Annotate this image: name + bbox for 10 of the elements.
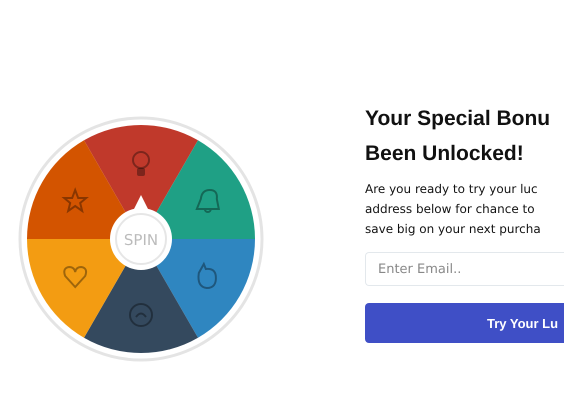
smiley-icon bbox=[129, 303, 153, 327]
star-icon bbox=[61, 187, 89, 214]
offer-text: Are you ready to try your luc address below for chance to save big on your next purcha bbox=[365, 181, 542, 238]
speech-bubble-icon bbox=[197, 263, 217, 289]
bulb-icon bbox=[132, 151, 150, 176]
heart-icon bbox=[63, 266, 88, 288]
email-field[interactable]: Enter Email.. bbox=[365, 252, 564, 286]
offer-heading: Your Special Bonu Been Unlocked! bbox=[365, 106, 552, 167]
try-luck-button[interactable]: Try Your Lu bbox=[365, 303, 564, 343]
bell-icon bbox=[196, 189, 220, 213]
